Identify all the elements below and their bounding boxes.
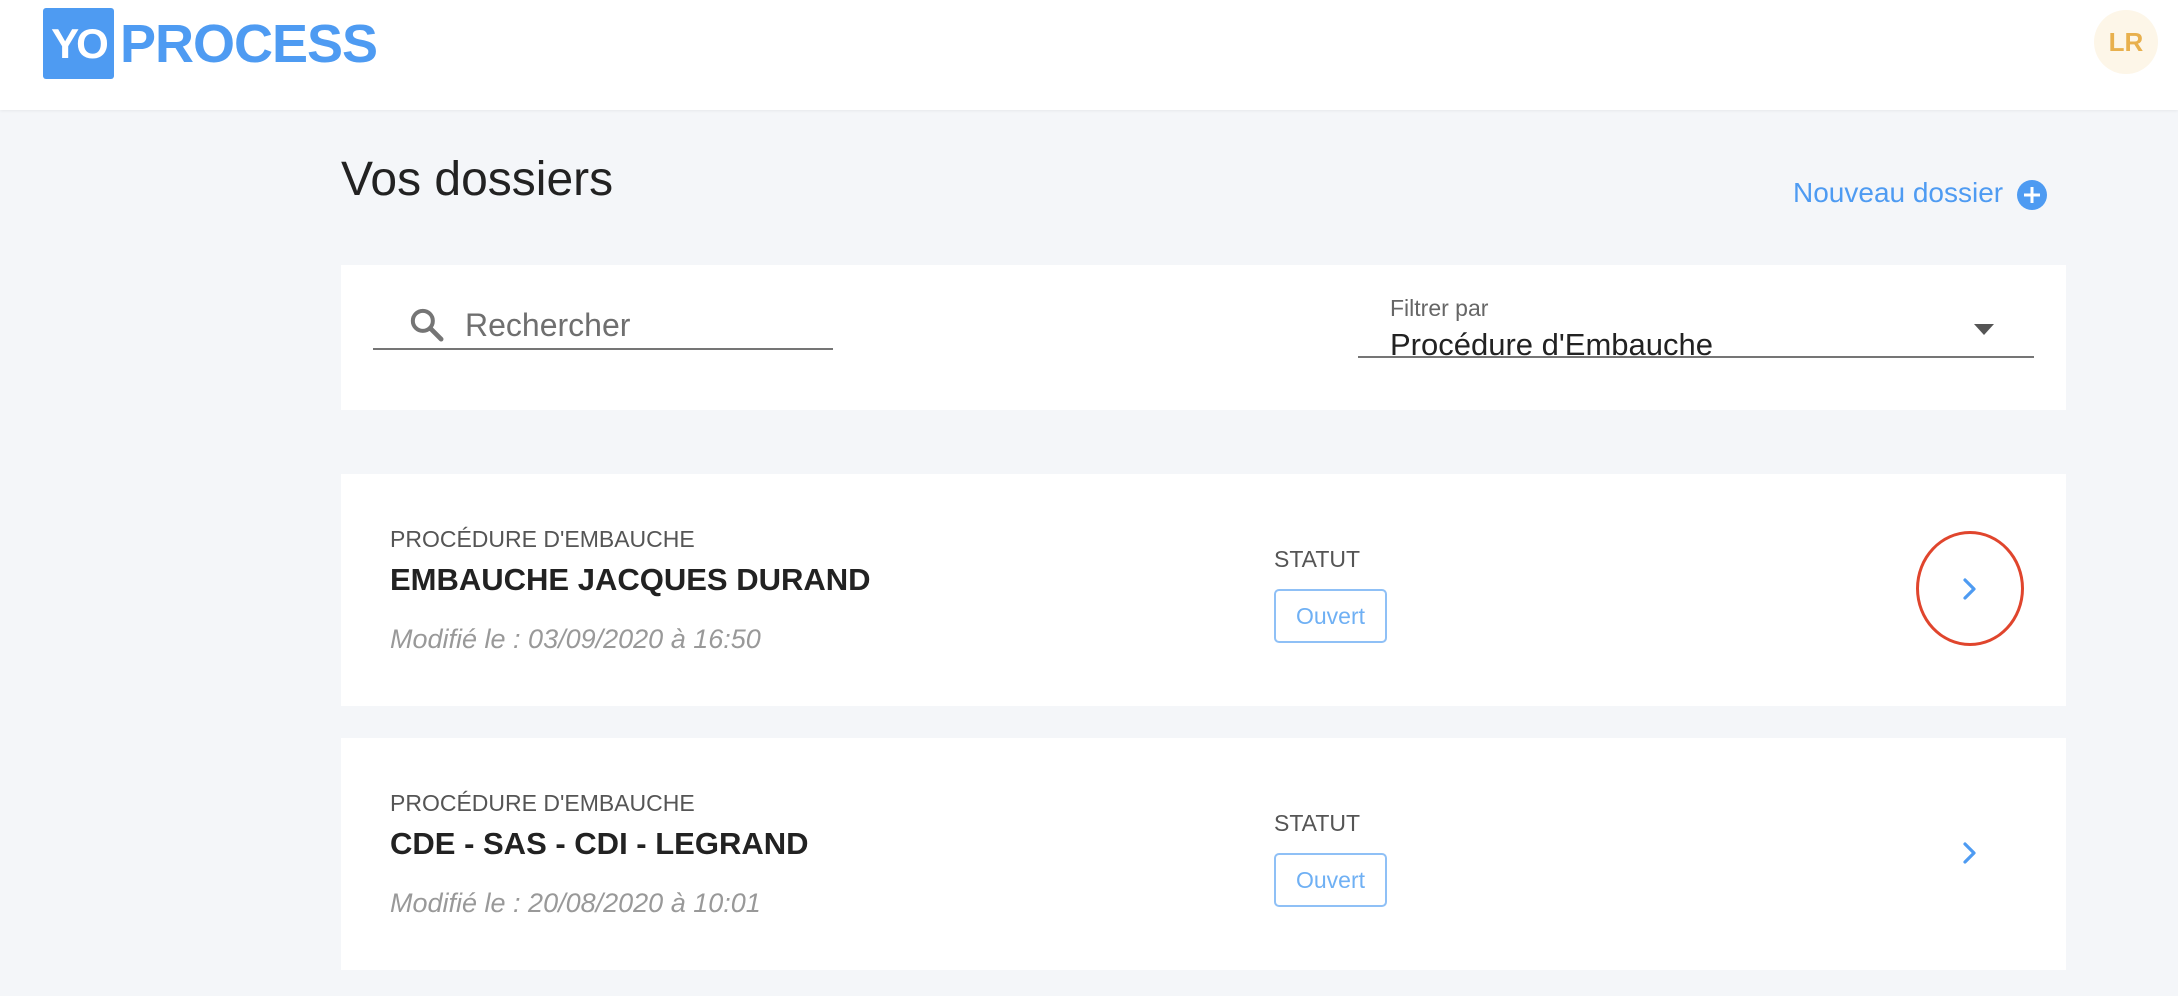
caret-down-icon[interactable] [1974, 324, 1994, 335]
folder-title: CDE - SAS - CDI - LEGRAND [390, 826, 809, 861]
chevron-right-icon [1963, 577, 1976, 600]
status-label: STATUT [1274, 546, 1361, 572]
user-avatar[interactable]: LR [2094, 10, 2158, 74]
search-field[interactable] [373, 305, 833, 350]
folder-card[interactable]: PROCÉDURE D'EMBAUCHE EMBAUCHE JACQUES DU… [341, 474, 2066, 706]
open-folder-button[interactable] [1916, 531, 2024, 646]
status-badge: Ouvert [1274, 589, 1387, 643]
folder-type: PROCÉDURE D'EMBAUCHE [390, 526, 695, 552]
folder-modified-date: Modifié le : 20/08/2020 à 10:01 [390, 888, 761, 918]
new-folder-button[interactable]: Nouveau dossier [1793, 176, 2048, 210]
status-label: STATUT [1274, 810, 1361, 836]
chevron-right-icon [1963, 841, 1976, 864]
folder-title: EMBAUCHE JACQUES DURAND [390, 562, 871, 597]
search-icon [407, 305, 447, 345]
folder-type: PROCÉDURE D'EMBAUCHE [390, 790, 695, 816]
open-folder-button[interactable] [1916, 795, 2024, 910]
top-bar: YO PROCESS LR [0, 0, 2178, 110]
logo-mark: YO [43, 8, 114, 79]
page-title: Vos dossiers [341, 153, 614, 206]
plus-circle-icon [2017, 180, 2048, 210]
folder-modified-date: Modifié le : 03/09/2020 à 16:50 [390, 624, 761, 654]
filter-value: Procédure d'Embauche [1390, 327, 1714, 362]
status-badge: Ouvert [1274, 853, 1387, 907]
app-logo[interactable]: YO PROCESS [43, 8, 378, 79]
filter-label: Filtrer par [1390, 295, 1489, 321]
filter-select[interactable]: Filtrer par Procédure d'Embauche [1358, 295, 2034, 362]
search-input[interactable] [465, 305, 805, 345]
filter-panel: Filtrer par Procédure d'Embauche [341, 265, 2066, 410]
new-folder-label: Nouveau dossier [1793, 177, 2004, 208]
folder-card[interactable]: PROCÉDURE D'EMBAUCHE CDE - SAS - CDI - L… [341, 738, 2066, 970]
logo-text: PROCESS [120, 13, 378, 74]
